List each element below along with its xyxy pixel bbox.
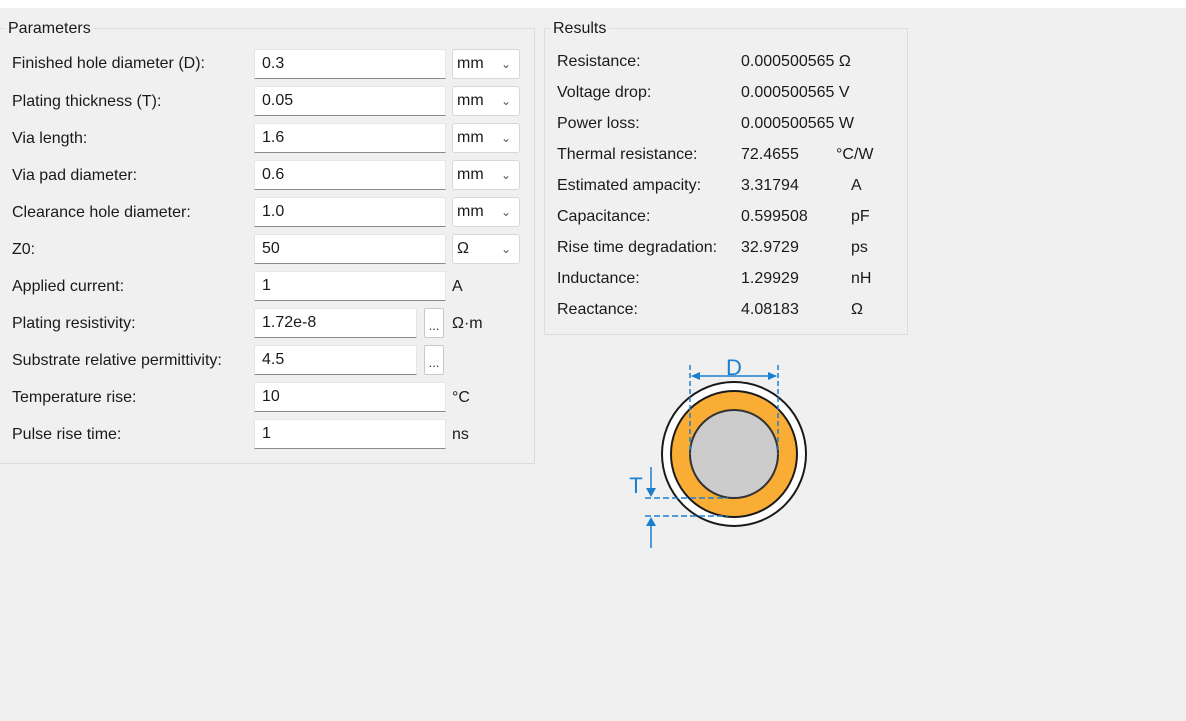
via-length-unit-value: mm bbox=[457, 129, 484, 146]
via-pad-diameter-unit-select[interactable]: mm ⌄ bbox=[452, 160, 520, 190]
clearance-hole-diameter-label: Clearance hole diameter: bbox=[12, 204, 191, 221]
thermal-resistance-label: Thermal resistance: bbox=[557, 146, 698, 163]
via-pad-diameter-unit-value: mm bbox=[457, 166, 484, 183]
power-loss-label: Power loss: bbox=[557, 115, 640, 132]
parameters-title: Parameters bbox=[5, 20, 94, 38]
applied-current-input[interactable] bbox=[254, 271, 446, 301]
estimated-ampacity-unit: A bbox=[851, 177, 862, 194]
temperature-rise-unit: °C bbox=[452, 389, 470, 406]
applied-current-unit: A bbox=[452, 278, 463, 295]
reactance-value: 4.08183 bbox=[741, 301, 799, 318]
temperature-rise-label: Temperature rise: bbox=[12, 389, 137, 406]
plating-resistivity-label: Plating resistivity: bbox=[12, 315, 136, 332]
thermal-resistance-value: 72.4655 bbox=[741, 146, 799, 163]
finished-hole-diameter-unit-value: mm bbox=[457, 55, 484, 72]
via-diagram: D T bbox=[629, 355, 807, 548]
clearance-hole-diameter-unit-select[interactable]: mm ⌄ bbox=[452, 197, 520, 227]
via-pad-diameter-input[interactable] bbox=[254, 160, 446, 190]
inductance-unit: nH bbox=[851, 270, 872, 287]
d-dimension-label: D bbox=[726, 355, 742, 380]
plating-thickness-label: Plating thickness (T): bbox=[12, 93, 162, 110]
clearance-hole-diameter-input[interactable] bbox=[254, 197, 446, 227]
pulse-rise-time-input[interactable] bbox=[254, 419, 446, 449]
pulse-rise-time-label: Pulse rise time: bbox=[12, 426, 122, 443]
clearance-hole-diameter-unit-value: mm bbox=[457, 203, 484, 220]
substrate-permittivity-browse-button[interactable]: ... bbox=[424, 345, 444, 375]
finished-hole-diameter-unit-select[interactable]: mm ⌄ bbox=[452, 49, 520, 79]
chevron-down-icon: ⌄ bbox=[500, 242, 511, 256]
inductance-label: Inductance: bbox=[557, 270, 640, 287]
via-cross-section bbox=[661, 381, 807, 527]
t-dimension-label: T bbox=[629, 473, 642, 498]
z0-input[interactable] bbox=[254, 234, 446, 264]
via-pad-diameter-label: Via pad diameter: bbox=[12, 167, 138, 184]
reactance-label: Reactance: bbox=[557, 301, 638, 318]
finished-hole-diameter-label: Finished hole diameter (D): bbox=[12, 55, 205, 72]
resistance-value: 0.000500565 Ω bbox=[741, 53, 851, 70]
top-strip bbox=[0, 0, 1186, 8]
z0-unit-select[interactable]: Ω ⌄ bbox=[452, 234, 520, 264]
chevron-down-icon: ⌄ bbox=[500, 205, 511, 219]
voltage-drop-label: Voltage drop: bbox=[557, 84, 652, 101]
finished-hole-diameter-input[interactable] bbox=[254, 49, 446, 79]
resistance-label: Resistance: bbox=[557, 53, 641, 70]
z0-label: Z0: bbox=[12, 241, 36, 258]
rise-time-degradation-label: Rise time degradation: bbox=[557, 239, 718, 256]
temperature-rise-input[interactable] bbox=[254, 382, 446, 412]
drill-hole bbox=[689, 409, 779, 499]
power-loss-value: 0.000500565 W bbox=[741, 115, 854, 132]
results-title: Results bbox=[550, 20, 610, 38]
chevron-down-icon: ⌄ bbox=[500, 57, 511, 71]
plating-resistivity-input[interactable] bbox=[254, 308, 417, 338]
rise-time-degradation-value: 32.9729 bbox=[741, 239, 799, 256]
plating-thickness-unit-value: mm bbox=[457, 92, 484, 109]
capacitance-label: Capacitance: bbox=[557, 208, 651, 225]
inductance-value: 1.29929 bbox=[741, 270, 799, 287]
applied-current-label: Applied current: bbox=[12, 278, 125, 295]
rise-time-degradation-unit: ps bbox=[851, 239, 868, 256]
capacitance-value: 0.599508 bbox=[741, 208, 808, 225]
chevron-down-icon: ⌄ bbox=[500, 131, 511, 145]
z0-unit-value: Ω bbox=[457, 240, 469, 257]
voltage-drop-value: 0.000500565 V bbox=[741, 84, 850, 101]
estimated-ampacity-label: Estimated ampacity: bbox=[557, 177, 702, 194]
substrate-permittivity-label: Substrate relative permittivity: bbox=[12, 352, 222, 369]
via-length-label: Via length: bbox=[12, 130, 88, 147]
estimated-ampacity-value: 3.31794 bbox=[741, 177, 799, 194]
thermal-resistance-unit: °C/W bbox=[836, 146, 874, 163]
capacitance-unit: pF bbox=[851, 208, 870, 225]
via-length-unit-select[interactable]: mm ⌄ bbox=[452, 123, 520, 153]
pulse-rise-time-unit: ns bbox=[452, 426, 469, 443]
substrate-permittivity-input[interactable] bbox=[254, 345, 417, 375]
plating-resistivity-browse-button[interactable]: ... bbox=[424, 308, 444, 338]
chevron-down-icon: ⌄ bbox=[500, 168, 511, 182]
plating-thickness-input[interactable] bbox=[254, 86, 446, 116]
reactance-unit: Ω bbox=[851, 301, 863, 318]
chevron-down-icon: ⌄ bbox=[500, 94, 511, 108]
via-length-input[interactable] bbox=[254, 123, 446, 153]
plating-thickness-unit-select[interactable]: mm ⌄ bbox=[452, 86, 520, 116]
plating-resistivity-unit: Ω·m bbox=[452, 315, 483, 332]
